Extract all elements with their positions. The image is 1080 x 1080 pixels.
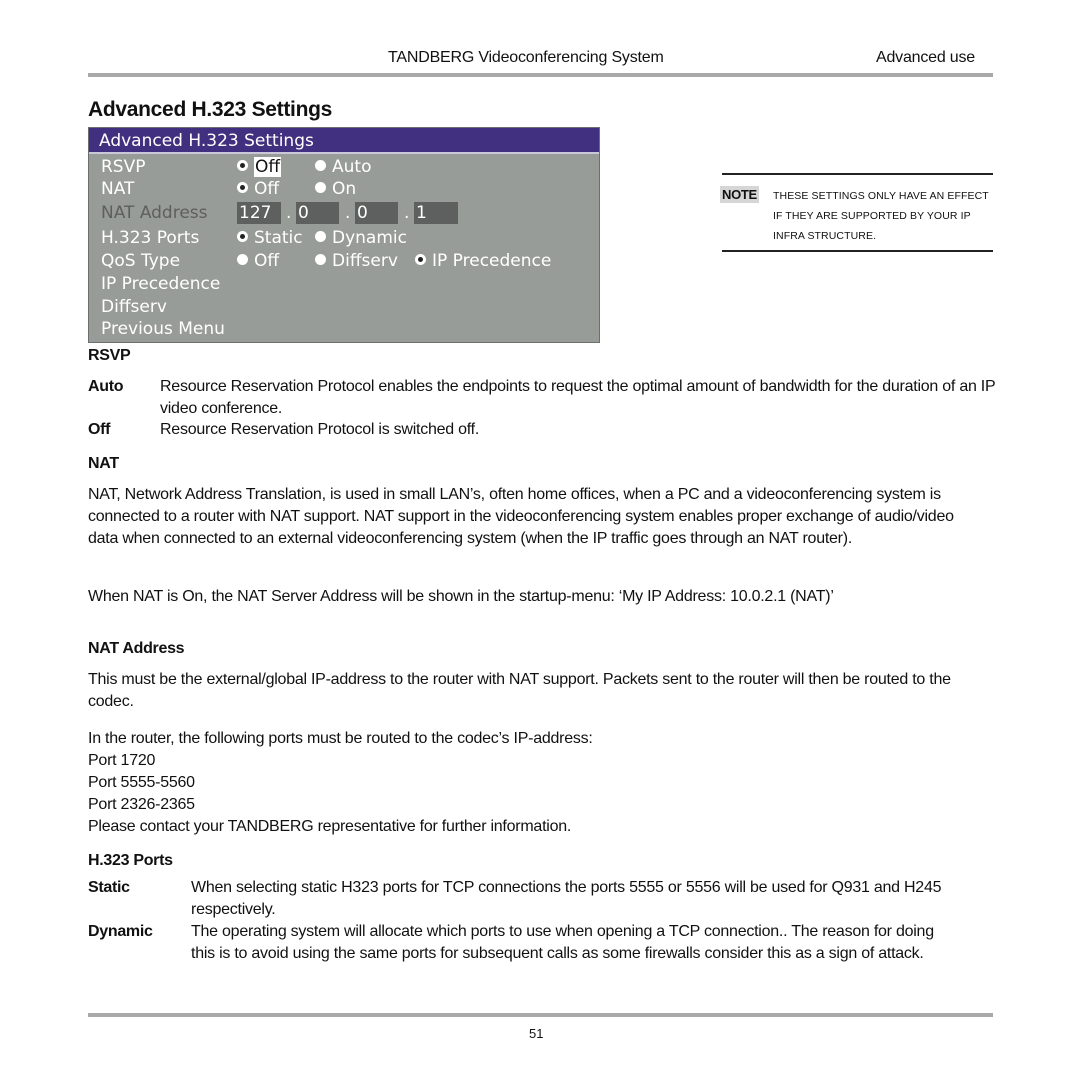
desc-auto: Resource Reservation Protocol enables th…: [160, 378, 996, 417]
radio-selected-icon: [237, 230, 248, 242]
osd-row-nat-address[interactable]: NAT Address 127 . 0 . 0 . 1: [101, 202, 591, 224]
note-top-rule: [722, 173, 993, 175]
ip-separator: .: [286, 203, 292, 223]
term-off: Off: [88, 421, 111, 438]
note-tag: NOTE: [720, 186, 759, 203]
desc-off: Resource Reservation Protocol is switche…: [160, 421, 480, 438]
port-item: Port 5555-5560: [88, 774, 195, 791]
nat-address-octet-3[interactable]: 0: [355, 202, 398, 224]
osd-row-qos-type[interactable]: QoS Type Off Diffserv IP Precedence: [101, 250, 591, 272]
rsvp-option-auto[interactable]: Auto: [315, 156, 371, 178]
h323-ports-option-static[interactable]: Static: [237, 227, 303, 249]
radio-selected-icon: [237, 159, 248, 171]
nat-option-on[interactable]: On: [315, 178, 356, 200]
port-item: Port 2326-2365: [88, 796, 195, 813]
osd-menu-item-previous-menu[interactable]: Previous Menu: [101, 318, 225, 340]
osd-row-label: QoS Type: [101, 251, 181, 271]
radio-icon: [315, 159, 326, 171]
qos-option-diffserv[interactable]: Diffserv: [315, 250, 398, 272]
radio-icon: [315, 230, 326, 242]
radio-selected-icon: [415, 253, 426, 265]
nat-address-octet-2[interactable]: 0: [296, 202, 339, 224]
page-number: 51: [529, 1026, 544, 1041]
desc-static: When selecting static H323 ports for TCP…: [191, 879, 942, 918]
section-heading-nat-address: NAT Address: [88, 640, 185, 657]
osd-row-rsvp[interactable]: RSVP Off Auto: [101, 156, 591, 178]
note-bottom-rule: [722, 250, 993, 252]
note-text: These settings only have an effect if th…: [773, 190, 989, 242]
osd-menu-item-ip-precedence[interactable]: IP Precedence: [101, 273, 220, 295]
nat-option-off[interactable]: Off: [237, 178, 279, 200]
desc-dynamic: The operating system will allocate which…: [191, 923, 934, 962]
section-heading-rsvp: RSVP: [88, 347, 131, 364]
nat-address-octet-1[interactable]: 127: [237, 202, 281, 224]
nat-address-line: In the router, the following ports must …: [88, 730, 593, 747]
osd-menu-item-diffserv[interactable]: Diffserv: [101, 296, 167, 318]
term-static: Static: [88, 879, 130, 896]
osd-row-label: NAT: [101, 179, 135, 199]
contact-line: Please contact your TANDBERG representat…: [88, 818, 572, 835]
osd-row-h323-ports[interactable]: H.323 Ports Static Dynamic: [101, 227, 591, 249]
term-dynamic: Dynamic: [88, 923, 153, 940]
qos-option-ip-precedence[interactable]: IP Precedence: [415, 250, 551, 272]
term-auto: Auto: [88, 378, 124, 395]
rsvp-option-off[interactable]: Off: [237, 156, 282, 178]
osd-row-label: NAT Address: [101, 203, 208, 223]
nat-paragraph-1: NAT, Network Address Translation, is use…: [88, 486, 954, 547]
radio-selected-icon: [237, 181, 248, 193]
osd-menu: Advanced H.323 Settings RSVP Off Auto NA…: [88, 127, 600, 343]
nat-paragraph-2: When NAT is On, the NAT Server Address w…: [88, 588, 834, 605]
osd-row-nat[interactable]: NAT Off On: [101, 178, 591, 200]
footer-divider: [88, 1013, 993, 1017]
ip-separator: .: [404, 203, 410, 223]
header-divider: [88, 73, 993, 77]
nat-address-octet-4[interactable]: 1: [414, 202, 458, 224]
section-label: Advanced use: [876, 49, 976, 66]
radio-icon: [315, 181, 326, 193]
radio-icon: [237, 253, 248, 265]
radio-icon: [315, 253, 326, 265]
ip-separator: .: [345, 203, 351, 223]
section-heading-nat: NAT: [88, 455, 119, 472]
qos-option-off[interactable]: Off: [237, 250, 279, 272]
osd-row-label: RSVP: [101, 157, 146, 177]
h323-ports-option-dynamic[interactable]: Dynamic: [315, 227, 407, 249]
section-heading-h323-ports: H.323 Ports: [88, 852, 173, 869]
page-title: Advanced H.323 Settings: [88, 98, 333, 121]
osd-menu-title: Advanced H.323 Settings: [89, 128, 599, 154]
document-title: TANDBERG Videoconferencing System: [388, 49, 664, 66]
nat-address-paragraph: This must be the external/global IP-addr…: [88, 671, 951, 710]
port-item: Port 1720: [88, 752, 156, 769]
osd-row-label: H.323 Ports: [101, 228, 200, 248]
